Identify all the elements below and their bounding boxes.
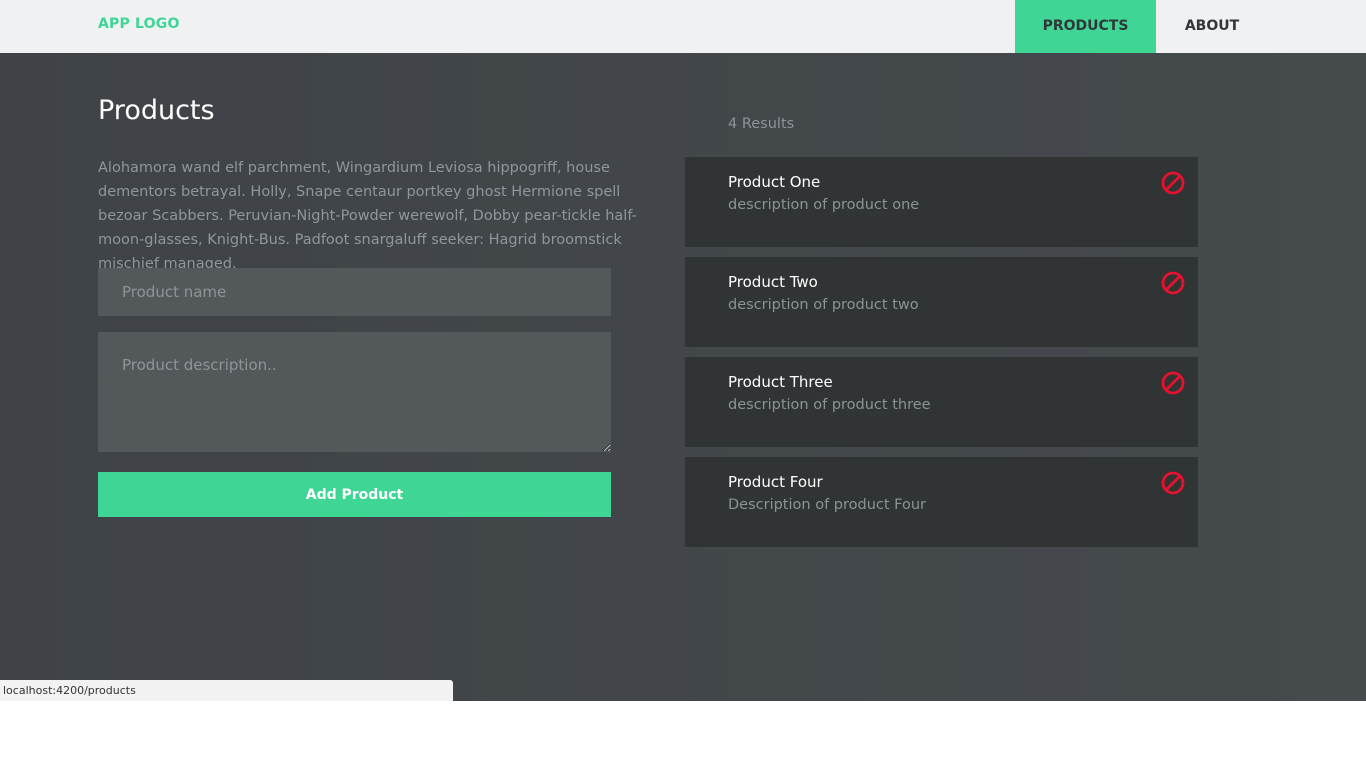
product-name: Product Three [728, 373, 833, 391]
app-logo[interactable]: APP LOGO [98, 16, 180, 32]
product-card: Product Four Description of product Four [685, 457, 1198, 547]
product-name: Product One [728, 173, 821, 191]
product-description: Description of product Four [728, 497, 927, 513]
product-name-input[interactable] [98, 268, 611, 316]
delete-product-icon[interactable] [1160, 470, 1186, 496]
product-name: Product Two [728, 273, 818, 291]
browser-status-bar: localhost:4200/products [0, 680, 453, 701]
main-content: Products Alohamora wand elf parchment, W… [0, 53, 1366, 701]
product-description: description of product two [728, 297, 919, 313]
add-product-button[interactable]: Add Product [98, 472, 611, 517]
results-count: 4 Results [728, 116, 795, 132]
delete-product-icon[interactable] [1160, 370, 1186, 396]
product-card: Product Three description of product thr… [685, 357, 1198, 447]
nav-about-link[interactable]: ABOUT [1156, 0, 1268, 53]
product-card: Product One description of product one [685, 157, 1198, 247]
intro-text: Alohamora wand elf parchment, Wingardium… [98, 160, 637, 272]
delete-product-icon[interactable] [1160, 270, 1186, 296]
product-card: Product Two description of product two [685, 257, 1198, 347]
product-description: description of product one [728, 197, 920, 213]
page-title: Products [98, 95, 215, 126]
top-nav-bar: APP LOGO PRODUCTS ABOUT [0, 0, 1366, 53]
delete-product-icon[interactable] [1160, 170, 1186, 196]
product-description-input[interactable] [98, 332, 611, 452]
product-name: Product Four [728, 473, 823, 491]
nav-products-link[interactable]: PRODUCTS [1015, 0, 1156, 53]
product-description: description of product three [728, 397, 931, 413]
